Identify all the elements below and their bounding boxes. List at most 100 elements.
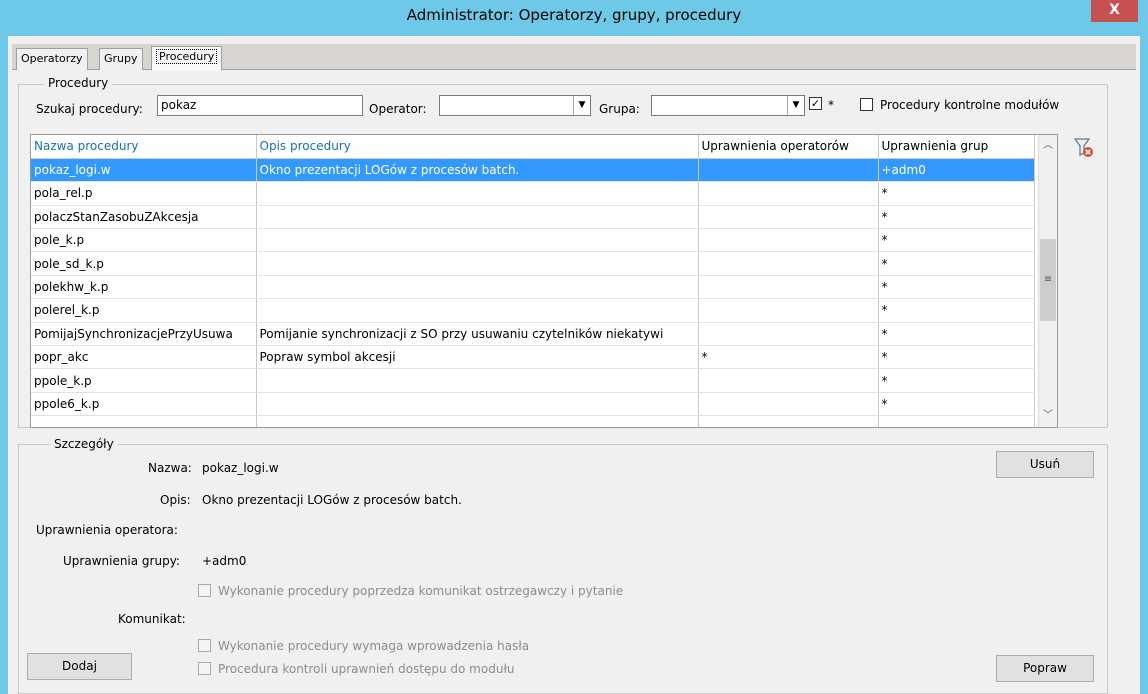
cell-upr-op — [698, 181, 879, 206]
haslo-label: Wykonanie procedury wymaga wprowadzenia … — [218, 639, 530, 653]
komunikat-label: Komunikat: — [118, 612, 186, 626]
nazwa-label: Nazwa: — [148, 461, 192, 475]
table-row[interactable]: pole_sd_k.p * — [31, 251, 1035, 276]
upr-grupy-value: +adm0 — [202, 554, 247, 568]
cell-upr-gr: * — [878, 205, 1035, 230]
cell-upr-gr: * — [878, 251, 1035, 276]
scroll-down-icon[interactable]: ﹀ — [1039, 407, 1057, 425]
cell-nazwa: pole_k.p — [31, 228, 257, 253]
cell-empty — [698, 415, 879, 427]
table-row[interactable]: pola_rel.p * — [31, 181, 1035, 206]
cell-upr-op — [698, 298, 879, 323]
operator-combo[interactable]: ▼ — [439, 95, 591, 116]
cell-opis — [256, 368, 699, 393]
table-body: pokaz_logi.w Okno prezentacji LOGów z pro… — [31, 158, 1035, 427]
szczegoly-legend: Szczegóły — [50, 437, 118, 451]
cell-opis: Popraw symbol akcesji — [256, 345, 699, 370]
col-opis-header[interactable]: Opis procedury — [256, 135, 699, 159]
cell-opis: Okno prezentacji LOGów z procesów batch. — [256, 158, 699, 183]
tab-grupy[interactable]: Grupy — [99, 48, 143, 70]
search-input[interactable]: pokaz — [157, 95, 363, 116]
window-client: Operatorzy Grupy Procedury Procedury Szu… — [8, 36, 1140, 694]
grupa-dropdown-icon[interactable]: ▼ — [787, 96, 804, 115]
table-row[interactable]: popr_akc Popraw symbol akcesji * * — [31, 345, 1035, 370]
filter-clear-icon[interactable] — [1072, 136, 1094, 158]
scroll-up-icon[interactable]: ︿ — [1039, 137, 1057, 155]
grupa-combo[interactable]: ▼ — [651, 95, 805, 116]
popraw-button[interactable]: Popraw — [996, 655, 1094, 682]
cell-nazwa: popr_akc — [31, 345, 257, 370]
table-row[interactable]: polekhw_k.p * — [31, 275, 1035, 300]
cell-upr-gr: * — [878, 322, 1035, 347]
cell-upr-op — [698, 158, 879, 183]
cell-empty — [878, 415, 1035, 427]
cell-upr-gr: * — [878, 275, 1035, 300]
cell-upr-gr: * — [878, 181, 1035, 206]
cell-upr-op — [698, 205, 879, 230]
cell-opis — [256, 205, 699, 230]
ostrzezenie-checkbox[interactable] — [198, 584, 211, 597]
scroll-thumb[interactable]: ≡ — [1040, 239, 1056, 321]
table-row[interactable]: pokaz_logi.w Okno prezentacji LOGów z pro… — [31, 158, 1035, 183]
cell-upr-gr: * — [878, 298, 1035, 323]
tab-procedury[interactable]: Procedury — [151, 46, 223, 71]
operator-label: Operator: — [369, 102, 427, 116]
close-button[interactable]: X — [1091, 0, 1138, 22]
grupa-label: Grupa: — [599, 102, 640, 116]
opis-label: Opis: — [160, 493, 191, 507]
cell-empty — [31, 415, 257, 427]
cell-nazwa: polaczStanZasobuZAkcesja — [31, 205, 257, 230]
cell-upr-op — [698, 368, 879, 393]
opis-value: Okno prezentacji LOGów z procesów batch. — [202, 493, 462, 507]
col-upr-op-header[interactable]: Uprawnienia operatorów — [698, 135, 879, 159]
table-row[interactable]: ppole6_k.p * — [31, 392, 1035, 417]
star-checkbox-label: * — [828, 98, 834, 112]
table-header: Nazwa procedury Opis procedury Uprawnien… — [31, 135, 1035, 159]
cell-opis — [256, 275, 699, 300]
kontrolne-checkbox[interactable] — [860, 98, 873, 111]
cell-nazwa: pokaz_logi.w — [31, 158, 257, 183]
haslo-checkbox[interactable] — [198, 639, 211, 652]
tab-procedury-label: Procedury — [156, 49, 218, 64]
tab-operatorzy[interactable]: Operatorzy — [16, 48, 88, 70]
procedures-table: Nazwa procedury Opis procedury Uprawnien… — [30, 134, 1058, 428]
search-label: Szukaj procedury: — [36, 102, 143, 116]
table-row[interactable]: PomijajSynchronizacjePrzyUsuwa Pomijanie … — [31, 322, 1035, 347]
kontrola-checkbox[interactable] — [198, 662, 211, 675]
table-row[interactable]: ppole_k.p * — [31, 368, 1035, 393]
ostrzezenie-label: Wykonanie procedury poprzedza komunikat … — [218, 584, 624, 598]
col-nazwa-header[interactable]: Nazwa procedury — [31, 135, 257, 159]
cell-upr-op: * — [698, 345, 879, 370]
table-row[interactable]: pole_k.p * — [31, 228, 1035, 253]
cell-nazwa: pole_sd_k.p — [31, 251, 257, 276]
cell-upr-op — [698, 322, 879, 347]
star-checkbox[interactable]: ✓ — [809, 97, 822, 110]
cell-upr-gr: * — [878, 345, 1035, 370]
kontrolne-checkbox-label: Procedury kontrolne modułów — [880, 98, 1060, 112]
cell-upr-gr: * — [878, 368, 1035, 393]
cell-upr-gr: * — [878, 228, 1035, 253]
cell-upr-op — [698, 275, 879, 300]
cell-opis — [256, 392, 699, 417]
upr-operatora-label: Uprawnienia operatora: — [36, 523, 178, 537]
table-row-filler — [31, 415, 1035, 427]
tab-strip: Operatorzy Grupy Procedury — [12, 44, 1136, 71]
cell-upr-gr: * — [878, 392, 1035, 417]
dodaj-button[interactable]: Dodaj — [27, 653, 132, 680]
operator-dropdown-icon[interactable]: ▼ — [573, 96, 590, 115]
cell-opis — [256, 251, 699, 276]
cell-nazwa: pola_rel.p — [31, 181, 257, 206]
cell-nazwa: ppole6_k.p — [31, 392, 257, 417]
usun-button[interactable]: Usuń — [996, 451, 1094, 478]
table-row[interactable]: polaczStanZasobuZAkcesja * — [31, 205, 1035, 230]
table-row[interactable]: polerel_k.p * — [31, 298, 1035, 323]
cell-upr-op — [698, 228, 879, 253]
kontrola-label: Procedura kontroli uprawnień dostępu do … — [218, 662, 515, 676]
cell-opis — [256, 298, 699, 323]
title-bar: Administrator: Operatorzy, grupy, proced… — [0, 0, 1148, 36]
nazwa-value: pokaz_logi.w — [202, 461, 279, 475]
cell-nazwa: ppole_k.p — [31, 368, 257, 393]
table-scrollbar[interactable]: ︿ ≡ ﹀ — [1038, 135, 1057, 427]
cell-upr-op — [698, 392, 879, 417]
col-upr-gr-header[interactable]: Uprawnienia grup — [878, 135, 1035, 159]
